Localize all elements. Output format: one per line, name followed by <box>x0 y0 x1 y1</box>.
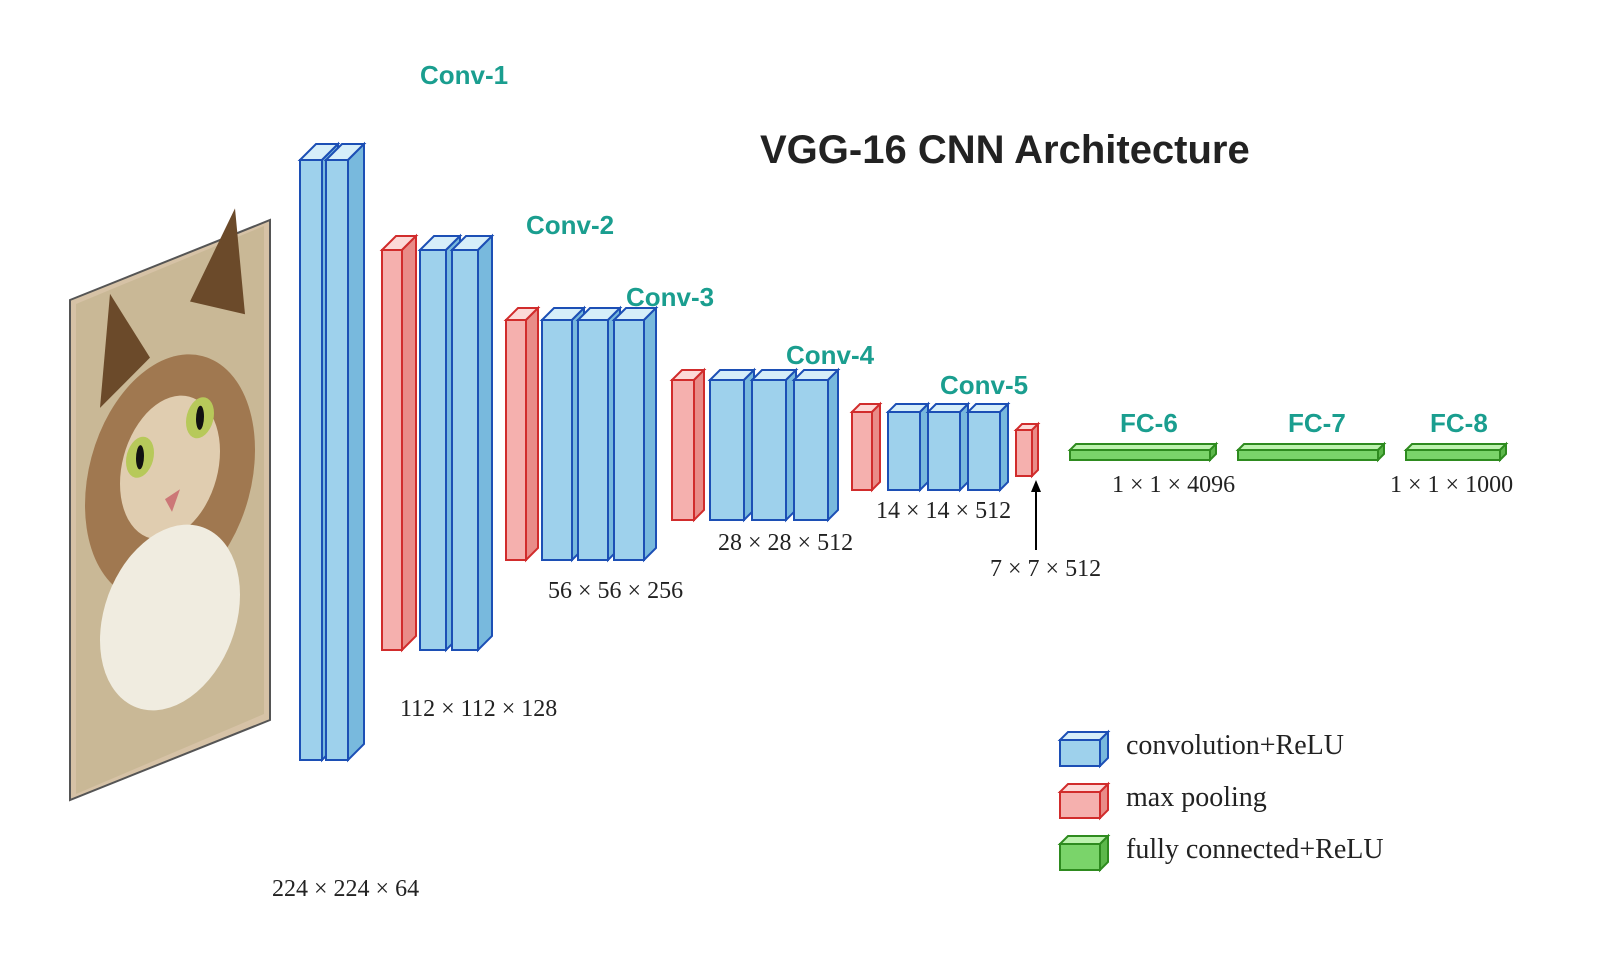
label-conv1: Conv-1 <box>420 60 508 91</box>
dims-conv2: 112 × 112 × 128 <box>400 696 557 723</box>
fc7 <box>1238 444 1384 460</box>
dims-conv4: 28 × 28 × 512 <box>718 530 853 557</box>
fc8 <box>1406 444 1506 460</box>
conv4-b <box>752 370 796 520</box>
pool5 <box>1016 424 1038 476</box>
legend-fc-text: fully connected+ReLU <box>1126 834 1384 866</box>
dims-fc8: 1 × 1 × 1000 <box>1390 472 1513 499</box>
legend-swatch-fc <box>1060 836 1108 870</box>
architecture-svg <box>0 0 1600 955</box>
diagram-stage: VGG-16 CNN Architecture <box>0 0 1600 955</box>
conv2-b <box>452 236 492 650</box>
conv5-b <box>928 404 968 490</box>
dims-conv5: 14 × 14 × 512 <box>876 498 1011 525</box>
dims-fc6: 1 × 1 × 4096 <box>1112 472 1235 499</box>
label-fc8: FC-8 <box>1430 408 1488 439</box>
conv4-a <box>710 370 754 520</box>
conv5-a <box>888 404 928 490</box>
legend-swatch-pool <box>1060 784 1108 818</box>
conv3-c <box>614 308 656 560</box>
dims-conv3: 56 × 56 × 256 <box>548 578 683 605</box>
input-image <box>70 204 270 800</box>
conv5-c <box>968 404 1008 490</box>
conv1-b <box>326 144 364 760</box>
pool5-arrow <box>1031 480 1041 550</box>
label-conv2: Conv-2 <box>526 210 614 241</box>
dims-pool5: 7 × 7 × 512 <box>990 556 1101 583</box>
legend-pool-text: max pooling <box>1126 782 1267 814</box>
conv4-c <box>794 370 838 520</box>
label-fc7: FC-7 <box>1288 408 1346 439</box>
pool2 <box>506 308 538 560</box>
pool4 <box>852 404 880 490</box>
legend-swatch-conv <box>1060 732 1108 766</box>
dims-conv1: 224 × 224 × 64 <box>272 876 419 903</box>
fc6 <box>1070 444 1216 460</box>
label-conv5: Conv-5 <box>940 370 1028 401</box>
label-conv4: Conv-4 <box>786 340 874 371</box>
label-fc6: FC-6 <box>1120 408 1178 439</box>
pool3 <box>672 370 704 520</box>
pool1 <box>382 236 416 650</box>
label-conv3: Conv-3 <box>626 282 714 313</box>
legend-conv-text: convolution+ReLU <box>1126 730 1344 762</box>
